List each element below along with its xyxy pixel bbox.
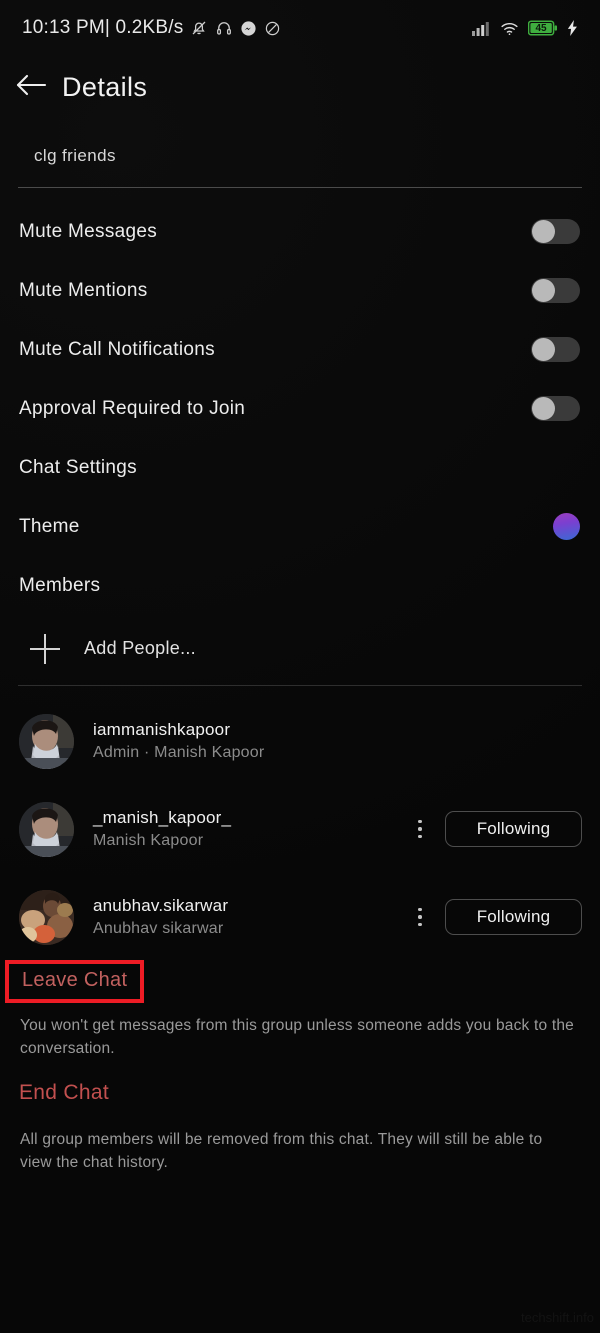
status-clock: 10:13 PM| 0.2KB/s xyxy=(22,17,184,38)
following-button[interactable]: Following xyxy=(445,899,582,935)
settings-row-label: Mute Messages xyxy=(19,220,158,242)
back-button[interactable] xyxy=(0,56,62,118)
group-name[interactable]: clg friends xyxy=(34,146,116,166)
settings-row-approval-required[interactable]: Approval Required to Join xyxy=(0,379,600,438)
page-title: Details xyxy=(62,71,148,102)
following-button[interactable]: Following xyxy=(445,811,582,847)
settings-row-mute-call-notifications[interactable]: Mute Call Notifications xyxy=(0,320,600,379)
battery-level-label: 45 xyxy=(535,22,547,34)
do-not-disturb-icon xyxy=(264,20,281,37)
settings-row-mute-messages[interactable]: Mute Messages xyxy=(0,202,600,261)
member-row[interactable]: iammanishkapoor Admin · Manish Kapoor xyxy=(0,697,600,785)
toggle-knob xyxy=(532,220,555,243)
theme-color-swatch[interactable] xyxy=(553,513,580,540)
watermark: techshift.info xyxy=(521,1310,594,1325)
members-list: iammanishkapoor Admin · Manish Kapoor _m… xyxy=(0,697,600,961)
member-text: _manish_kapoor_ Manish Kapoor xyxy=(93,807,407,852)
toggle-knob xyxy=(532,397,555,420)
settings-row-label: Mute Call Notifications xyxy=(19,338,215,360)
headphones-icon xyxy=(215,19,233,37)
messenger-icon xyxy=(240,20,257,37)
divider-top xyxy=(18,187,582,188)
leave-chat-button[interactable]: Leave Chat xyxy=(22,969,127,991)
app-header: Details xyxy=(0,56,600,118)
red-highlight-box: Leave Chat xyxy=(5,960,145,1003)
status-bar-left: 10:13 PM| 0.2KB/s xyxy=(22,17,281,39)
add-people-button[interactable]: Add People... xyxy=(0,621,600,676)
settings-list: Mute Messages Mute Mentions Mute Call No… xyxy=(0,202,600,615)
member-username: _manish_kapoor_ xyxy=(93,807,232,827)
leave-chat-description: You won't get messages from this group u… xyxy=(20,1017,574,1058)
avatar xyxy=(19,801,74,857)
divider-members xyxy=(18,685,582,686)
add-people-label: Add People... xyxy=(84,638,196,658)
member-row[interactable]: anubhav.sikarwar Anubhav sikarwar Follow… xyxy=(0,873,600,961)
leave-chat-annotation: Leave Chat xyxy=(5,960,145,1003)
member-username: anubhav.sikarwar xyxy=(93,895,229,915)
signal-icon xyxy=(472,21,491,36)
end-chat-button[interactable]: End Chat xyxy=(19,1081,109,1105)
member-subtitle: Admin · Manish Kapoor xyxy=(93,743,265,761)
toggle-knob xyxy=(532,338,555,361)
mute-messages-toggle[interactable] xyxy=(531,219,580,244)
member-text: iammanishkapoor Admin · Manish Kapoor xyxy=(93,719,582,764)
wifi-icon xyxy=(500,21,519,36)
avatar xyxy=(19,713,74,769)
settings-row-label: Theme xyxy=(19,515,80,537)
approval-required-toggle[interactable] xyxy=(531,396,580,421)
battery-icon: 45 xyxy=(528,20,558,36)
settings-row-chat-settings[interactable]: Chat Settings xyxy=(0,438,600,497)
member-options-icon[interactable] xyxy=(407,814,433,844)
member-subtitle: Manish Kapoor xyxy=(93,831,204,849)
toggle-knob xyxy=(532,279,555,302)
settings-row-members: Members xyxy=(0,556,600,615)
member-username: iammanishkapoor xyxy=(93,719,231,739)
bell-muted-icon xyxy=(190,19,208,37)
avatar xyxy=(19,889,74,945)
back-arrow-icon xyxy=(14,73,48,101)
status-bar-right: 45 xyxy=(472,20,578,36)
settings-row-label: Mute Mentions xyxy=(19,279,148,301)
mute-call-notifications-toggle[interactable] xyxy=(531,337,580,362)
member-row[interactable]: _manish_kapoor_ Manish Kapoor Following xyxy=(0,785,600,873)
settings-row-mute-mentions[interactable]: Mute Mentions xyxy=(0,261,600,320)
details-screen: 10:13 PM| 0.2KB/s 45 Details clg friends… xyxy=(0,0,600,1333)
member-text: anubhav.sikarwar Anubhav sikarwar xyxy=(93,895,407,940)
end-chat-description: All group members will be removed from t… xyxy=(20,1131,543,1172)
settings-row-label: Members xyxy=(19,574,101,596)
settings-row-label: Approval Required to Join xyxy=(19,397,246,419)
member-options-icon[interactable] xyxy=(407,902,433,932)
status-bar: 10:13 PM| 0.2KB/s 45 xyxy=(0,0,600,56)
settings-row-theme[interactable]: Theme xyxy=(0,497,600,556)
settings-row-label: Chat Settings xyxy=(19,456,137,478)
charging-bolt-icon xyxy=(567,20,578,36)
plus-icon xyxy=(28,632,62,666)
mute-mentions-toggle[interactable] xyxy=(531,278,580,303)
member-subtitle: Anubhav sikarwar xyxy=(93,919,224,937)
